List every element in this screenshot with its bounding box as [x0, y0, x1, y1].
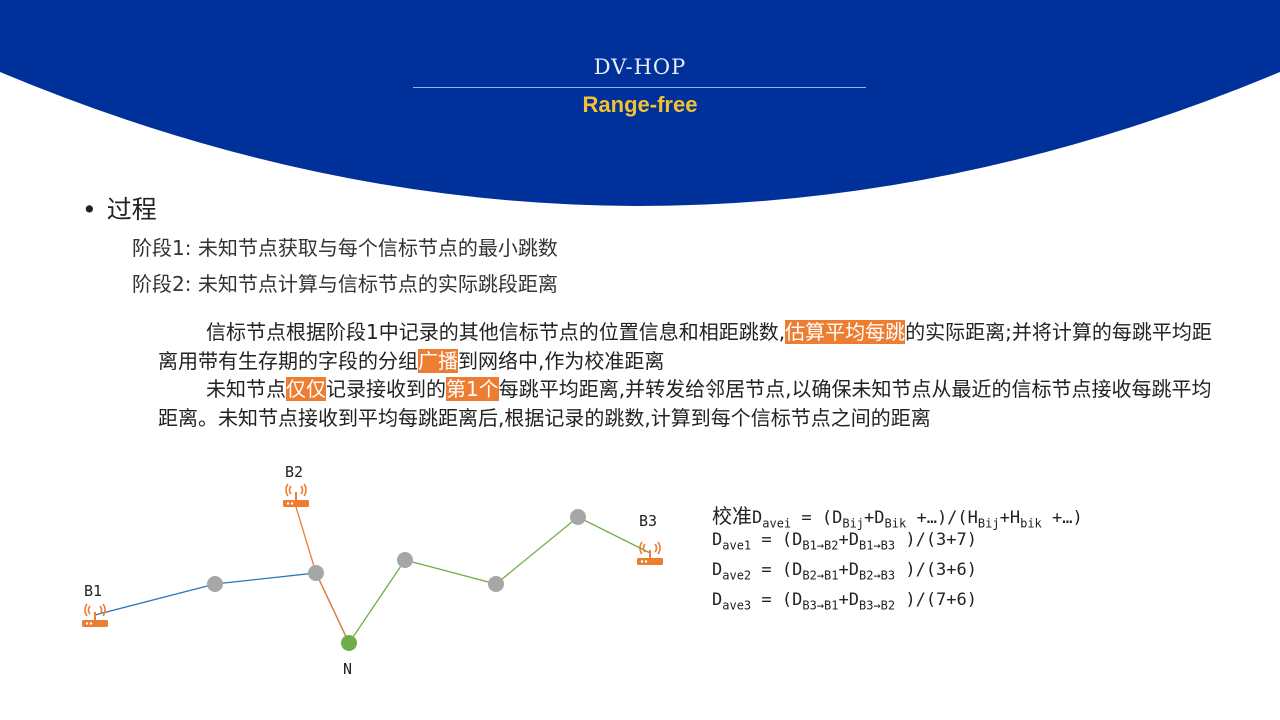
beacon-b1-icon [82, 603, 108, 627]
label-b3: B3 [639, 512, 657, 530]
formula-dave3: Dave3 = (DB3→B1+DB3→B2 )/(7+6) [712, 590, 1083, 620]
stage-2-text: 阶段2: 未知节点计算与信标节点的实际跳段距离 [132, 272, 558, 296]
formula-block: 校准Davei = (DBij+DBik +…)/(HBij+Hbik +…) … [712, 500, 1083, 620]
calib-t4-sub: bik [1020, 516, 1042, 531]
f2-d-sub: ave2 [722, 568, 752, 583]
para1-highlight-2: 广播 [418, 349, 458, 373]
para2-text-b: 记录接收到的 [326, 377, 446, 401]
f2-t1-sub: B2→B1 [802, 568, 839, 583]
calib-prefix: 校准 [712, 504, 752, 528]
heading-text: 过程 [106, 195, 157, 224]
relay-node [488, 576, 504, 592]
f1-plus: + [838, 530, 849, 550]
f1-d-sub: ave1 [722, 538, 752, 553]
slide-title: DV-HOP [593, 55, 687, 79]
f3-end: )/(7+6) [895, 590, 977, 610]
calib-t3-sub: Bij [977, 516, 1000, 531]
para2-highlight-2: 第1个 [446, 377, 499, 401]
f2-plus: + [838, 560, 849, 580]
f2-d: D [712, 560, 723, 580]
f3-d: D [712, 590, 723, 610]
f3-t2-sub: B3→B2 [858, 598, 896, 613]
f2-t2: D [848, 560, 859, 580]
para1-highlight-1: 估算平均每跳 [785, 320, 906, 344]
calib-t3: H [967, 508, 978, 528]
network-diagram: B1 B2 B3 N [82, 463, 663, 678]
label-b1: B1 [84, 582, 102, 600]
f2-end: )/(3+6) [895, 560, 977, 580]
f3-eq: = ( [751, 590, 793, 610]
calib-t4: H [1009, 508, 1021, 528]
calib-d-sub: avei [762, 516, 792, 531]
label-b2: B2 [285, 463, 303, 481]
calib-t2: D [874, 508, 885, 528]
paragraph-unknown-node: 未知节点仅仅记录接收到的第1个每跳平均距离,并转发给邻居节点,以确保未知节点从最… [158, 375, 1218, 433]
label-n: N [343, 660, 352, 678]
f1-t1: D [792, 530, 803, 550]
f2-t1: D [792, 560, 803, 580]
relay-node [570, 509, 586, 525]
f1-t2-sub: B1→B3 [858, 538, 896, 553]
paragraph-beacon: 信标节点根据阶段1中记录的其他信标节点的位置信息和相距跳数,估算平均每跳的实际距… [158, 318, 1218, 376]
f1-d: D [712, 530, 723, 550]
calib-plus: + [864, 508, 875, 528]
calib-mid: +…)/( [906, 508, 968, 528]
f1-t1-sub: B1→B2 [802, 538, 839, 553]
calib-end: +…) [1041, 508, 1083, 528]
formula-dave2: Dave2 = (DB2→B1+DB2→B3 )/(3+6) [712, 560, 1083, 590]
bullet-icon: • [82, 195, 97, 224]
section-heading: • 过程 [82, 190, 157, 226]
calib-d: D [752, 508, 763, 528]
calib-eq: = ( [791, 508, 833, 528]
slide-subtitle: Range-free [582, 92, 698, 117]
f1-t2: D [848, 530, 859, 550]
title-divider [413, 87, 866, 88]
relay-node [207, 576, 223, 592]
para1-text-c: 到网络中,作为校准距离 [458, 349, 665, 373]
f2-t2-sub: B2→B3 [858, 568, 896, 583]
beacon-b3-icon [637, 541, 663, 565]
para2-text-a: 未知节点 [206, 377, 286, 401]
calib-plus2: + [999, 508, 1010, 528]
para1-text-a: 信标节点根据阶段1中记录的其他信标节点的位置信息和相距跳数, [206, 320, 786, 344]
calib-t1-sub: Bij [842, 516, 865, 531]
stage-1-text: 阶段1: 未知节点获取与每个信标节点的最小跳数 [132, 236, 558, 260]
f3-plus: + [838, 590, 849, 610]
f1-end: )/(3+7) [895, 530, 977, 550]
calib-t1: D [832, 508, 843, 528]
f3-t1-sub: B3→B1 [802, 598, 839, 613]
formula-dave1: Dave1 = (DB1→B2+DB1→B3 )/(3+7) [712, 530, 1083, 560]
relay-node [308, 565, 324, 581]
f3-t1: D [792, 590, 803, 610]
calib-t2-sub: Bik [884, 516, 907, 531]
beacon-b2-icon [283, 483, 309, 507]
f3-d-sub: ave3 [722, 598, 752, 613]
f2-eq: = ( [751, 560, 793, 580]
para2-highlight-1: 仅仅 [286, 377, 326, 401]
f3-t2: D [848, 590, 859, 610]
relay-node [397, 552, 413, 568]
unknown-node-n [341, 635, 357, 651]
f1-eq: = ( [751, 530, 793, 550]
calibration-formula: 校准Davei = (DBij+DBik +…)/(HBij+Hbik +…) [712, 500, 1083, 530]
